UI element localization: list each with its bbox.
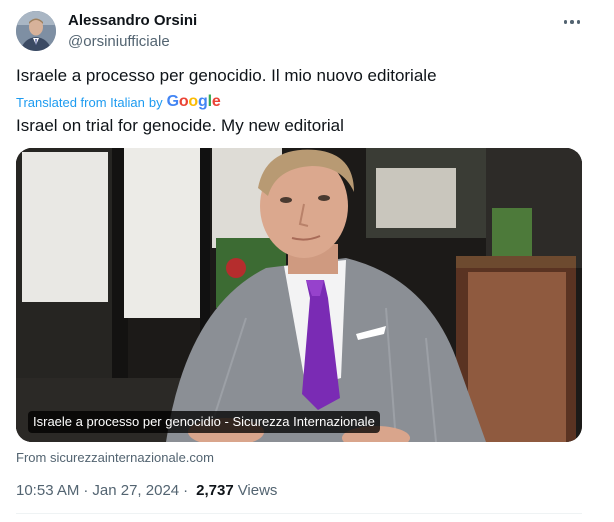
tweet: Alessandro Orsini @orsiniufficiale Israe… [0,0,614,522]
tweet-date[interactable]: Jan 27, 2024 [92,482,179,499]
tweet-time[interactable]: 10:53 AM [16,482,79,499]
author-display-name[interactable]: Alessandro Orsini [68,12,197,29]
translated-text: Israel on trial for genocide. My new edi… [16,116,344,135]
divider [16,513,582,514]
views-label: Views [237,482,278,499]
link-card-title[interactable]: Israele a processo per genocidio - Sicur… [28,411,380,433]
google-logo: Google [166,93,221,110]
translation-attribution[interactable]: Translated from Italian by Google [16,93,221,111]
meta-separator: · [83,482,89,499]
more-horizontal-icon[interactable] [560,12,584,32]
meta-separator: · [183,482,189,499]
views-count: 2,737 [196,482,234,499]
link-card-image[interactable] [16,148,582,442]
more-dot [570,20,574,24]
avatar[interactable] [16,11,56,51]
card-photo [16,148,582,442]
more-dot [576,20,581,24]
translated-by-label: by [148,94,163,110]
author-handle[interactable]: @orsiniufficiale [68,33,170,50]
tweet-meta: 10:53 AM · Jan 27, 2024 · 2,737 Views [16,482,277,499]
more-dot [563,20,568,24]
translated-from-label: Translated from Italian [16,94,145,110]
link-card-source[interactable]: From sicurezzainternazionale.com [16,450,214,465]
tweet-text: Israele a processo per genocidio. Il mio… [16,66,437,85]
